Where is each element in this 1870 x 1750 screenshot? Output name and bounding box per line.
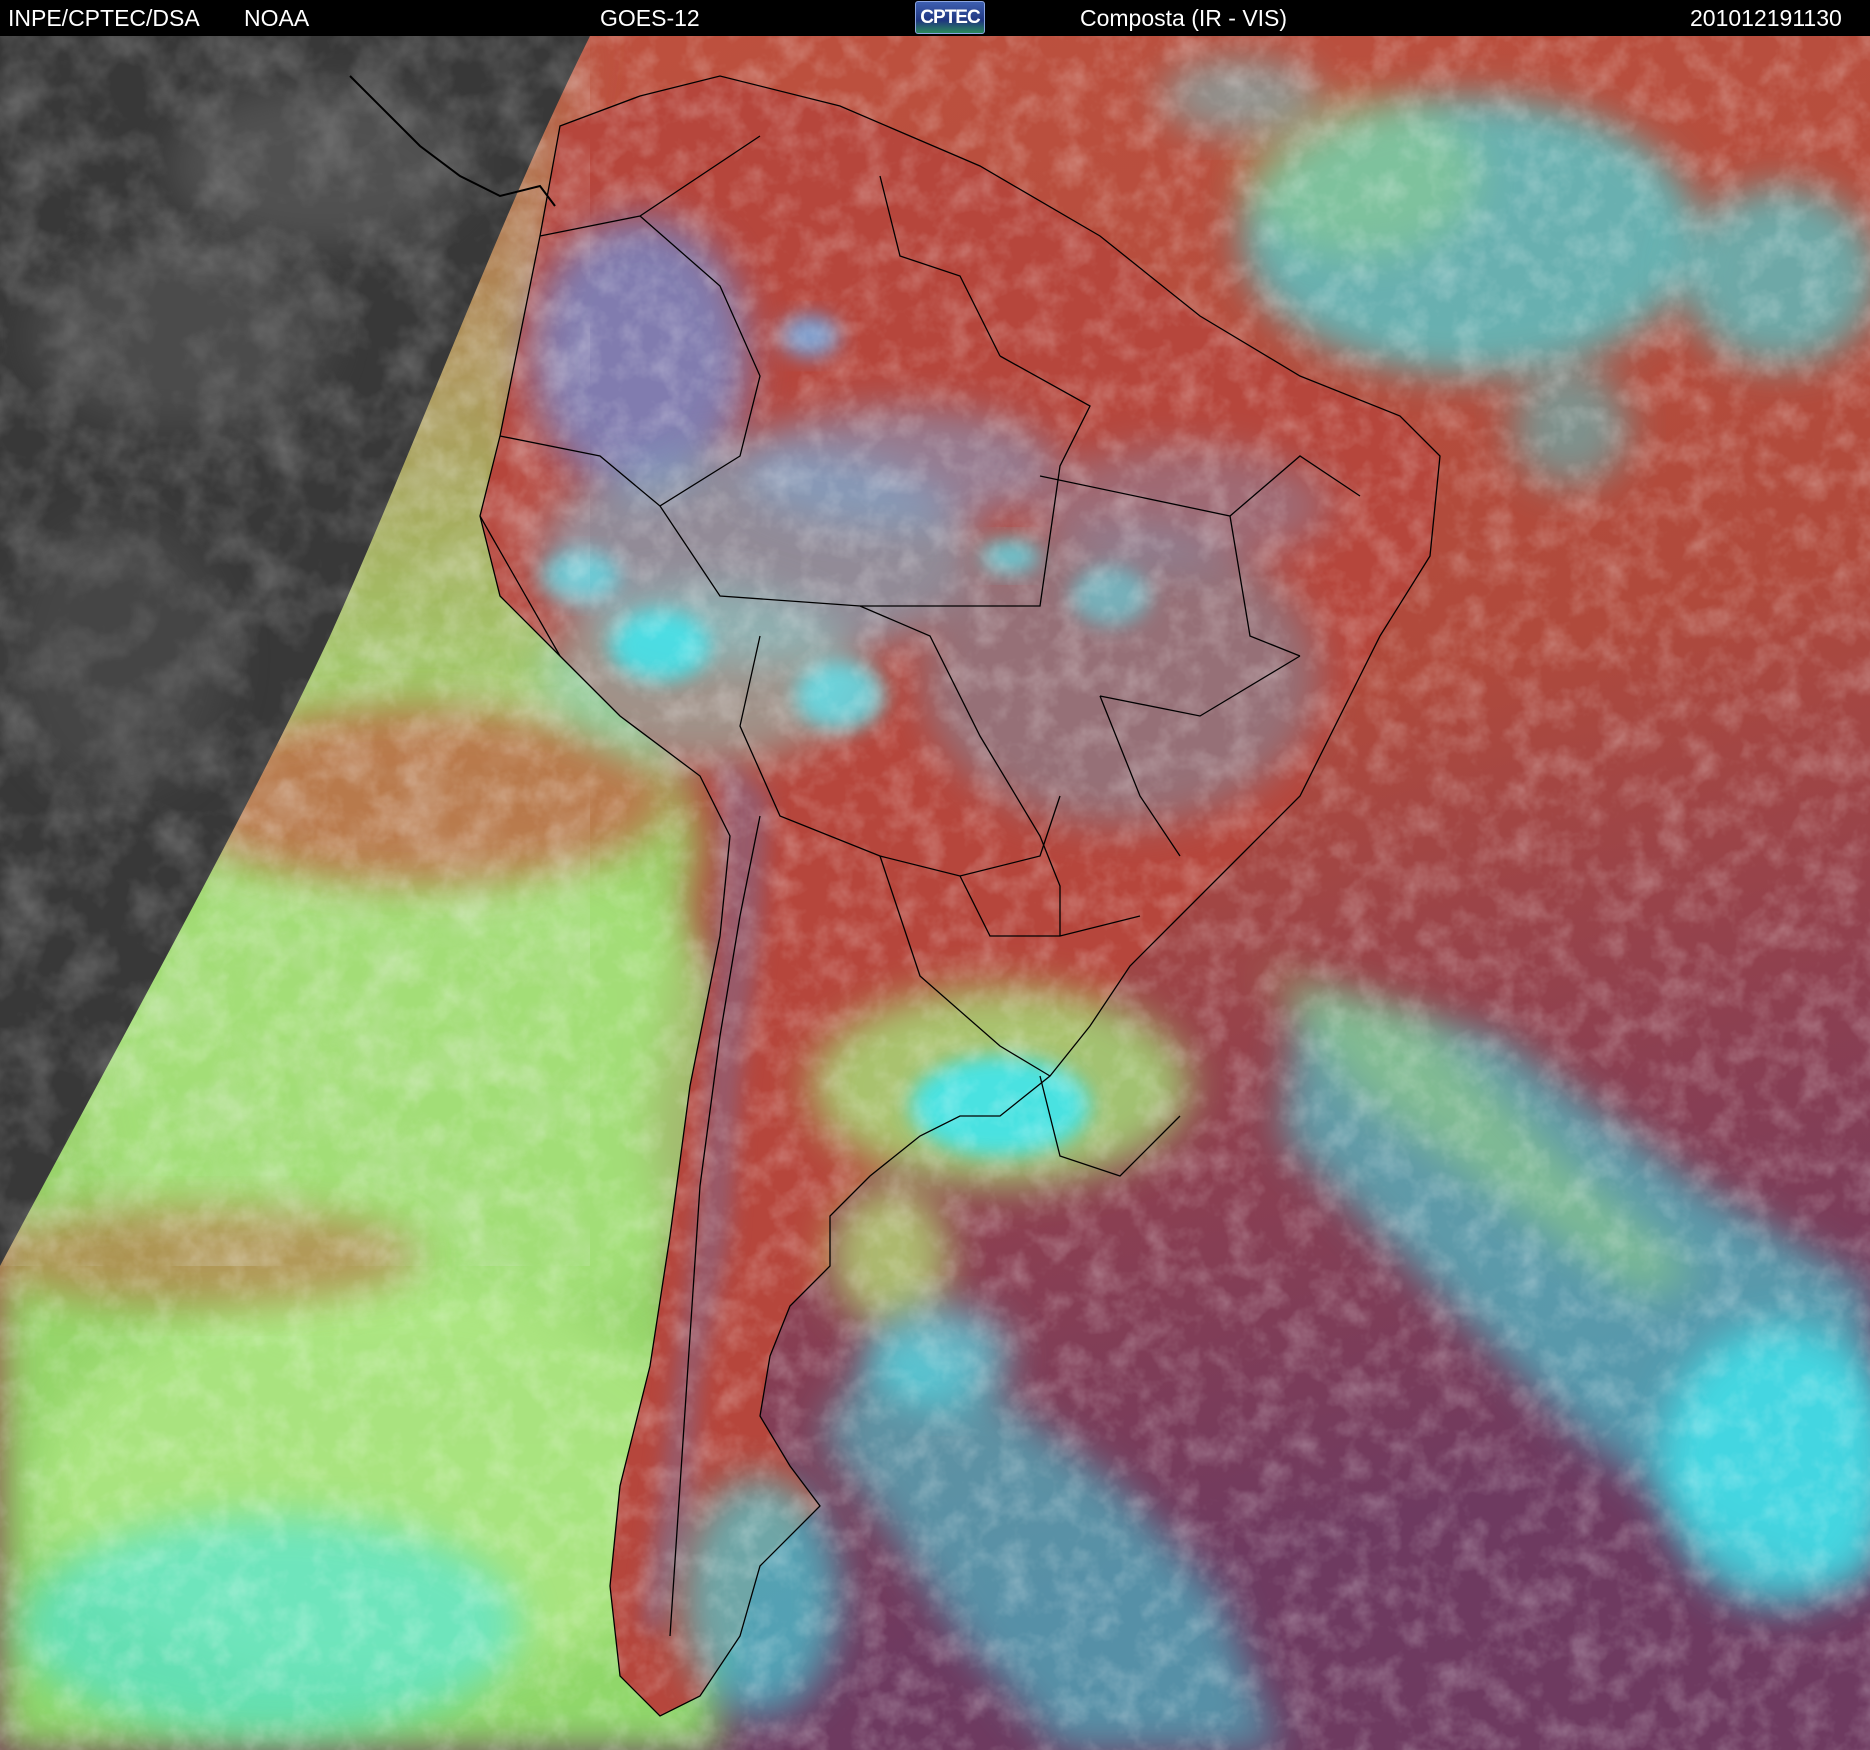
satellite-composite xyxy=(0,36,1870,1750)
source-label: INPE/CPTEC/DSA xyxy=(8,5,200,31)
satellite-image xyxy=(0,36,1870,1750)
product-label: Composta (IR - VIS) xyxy=(1080,5,1288,31)
agency-label: NOAA xyxy=(244,5,310,31)
timestamp-label: 201012191130 xyxy=(1690,5,1842,31)
satellite-label: GOES-12 xyxy=(600,5,700,31)
image-header-bar: INPE/CPTEC/DSA NOAA GOES-12 CPTEC Compos… xyxy=(0,0,1870,36)
cptec-logo: CPTEC xyxy=(915,1,985,34)
